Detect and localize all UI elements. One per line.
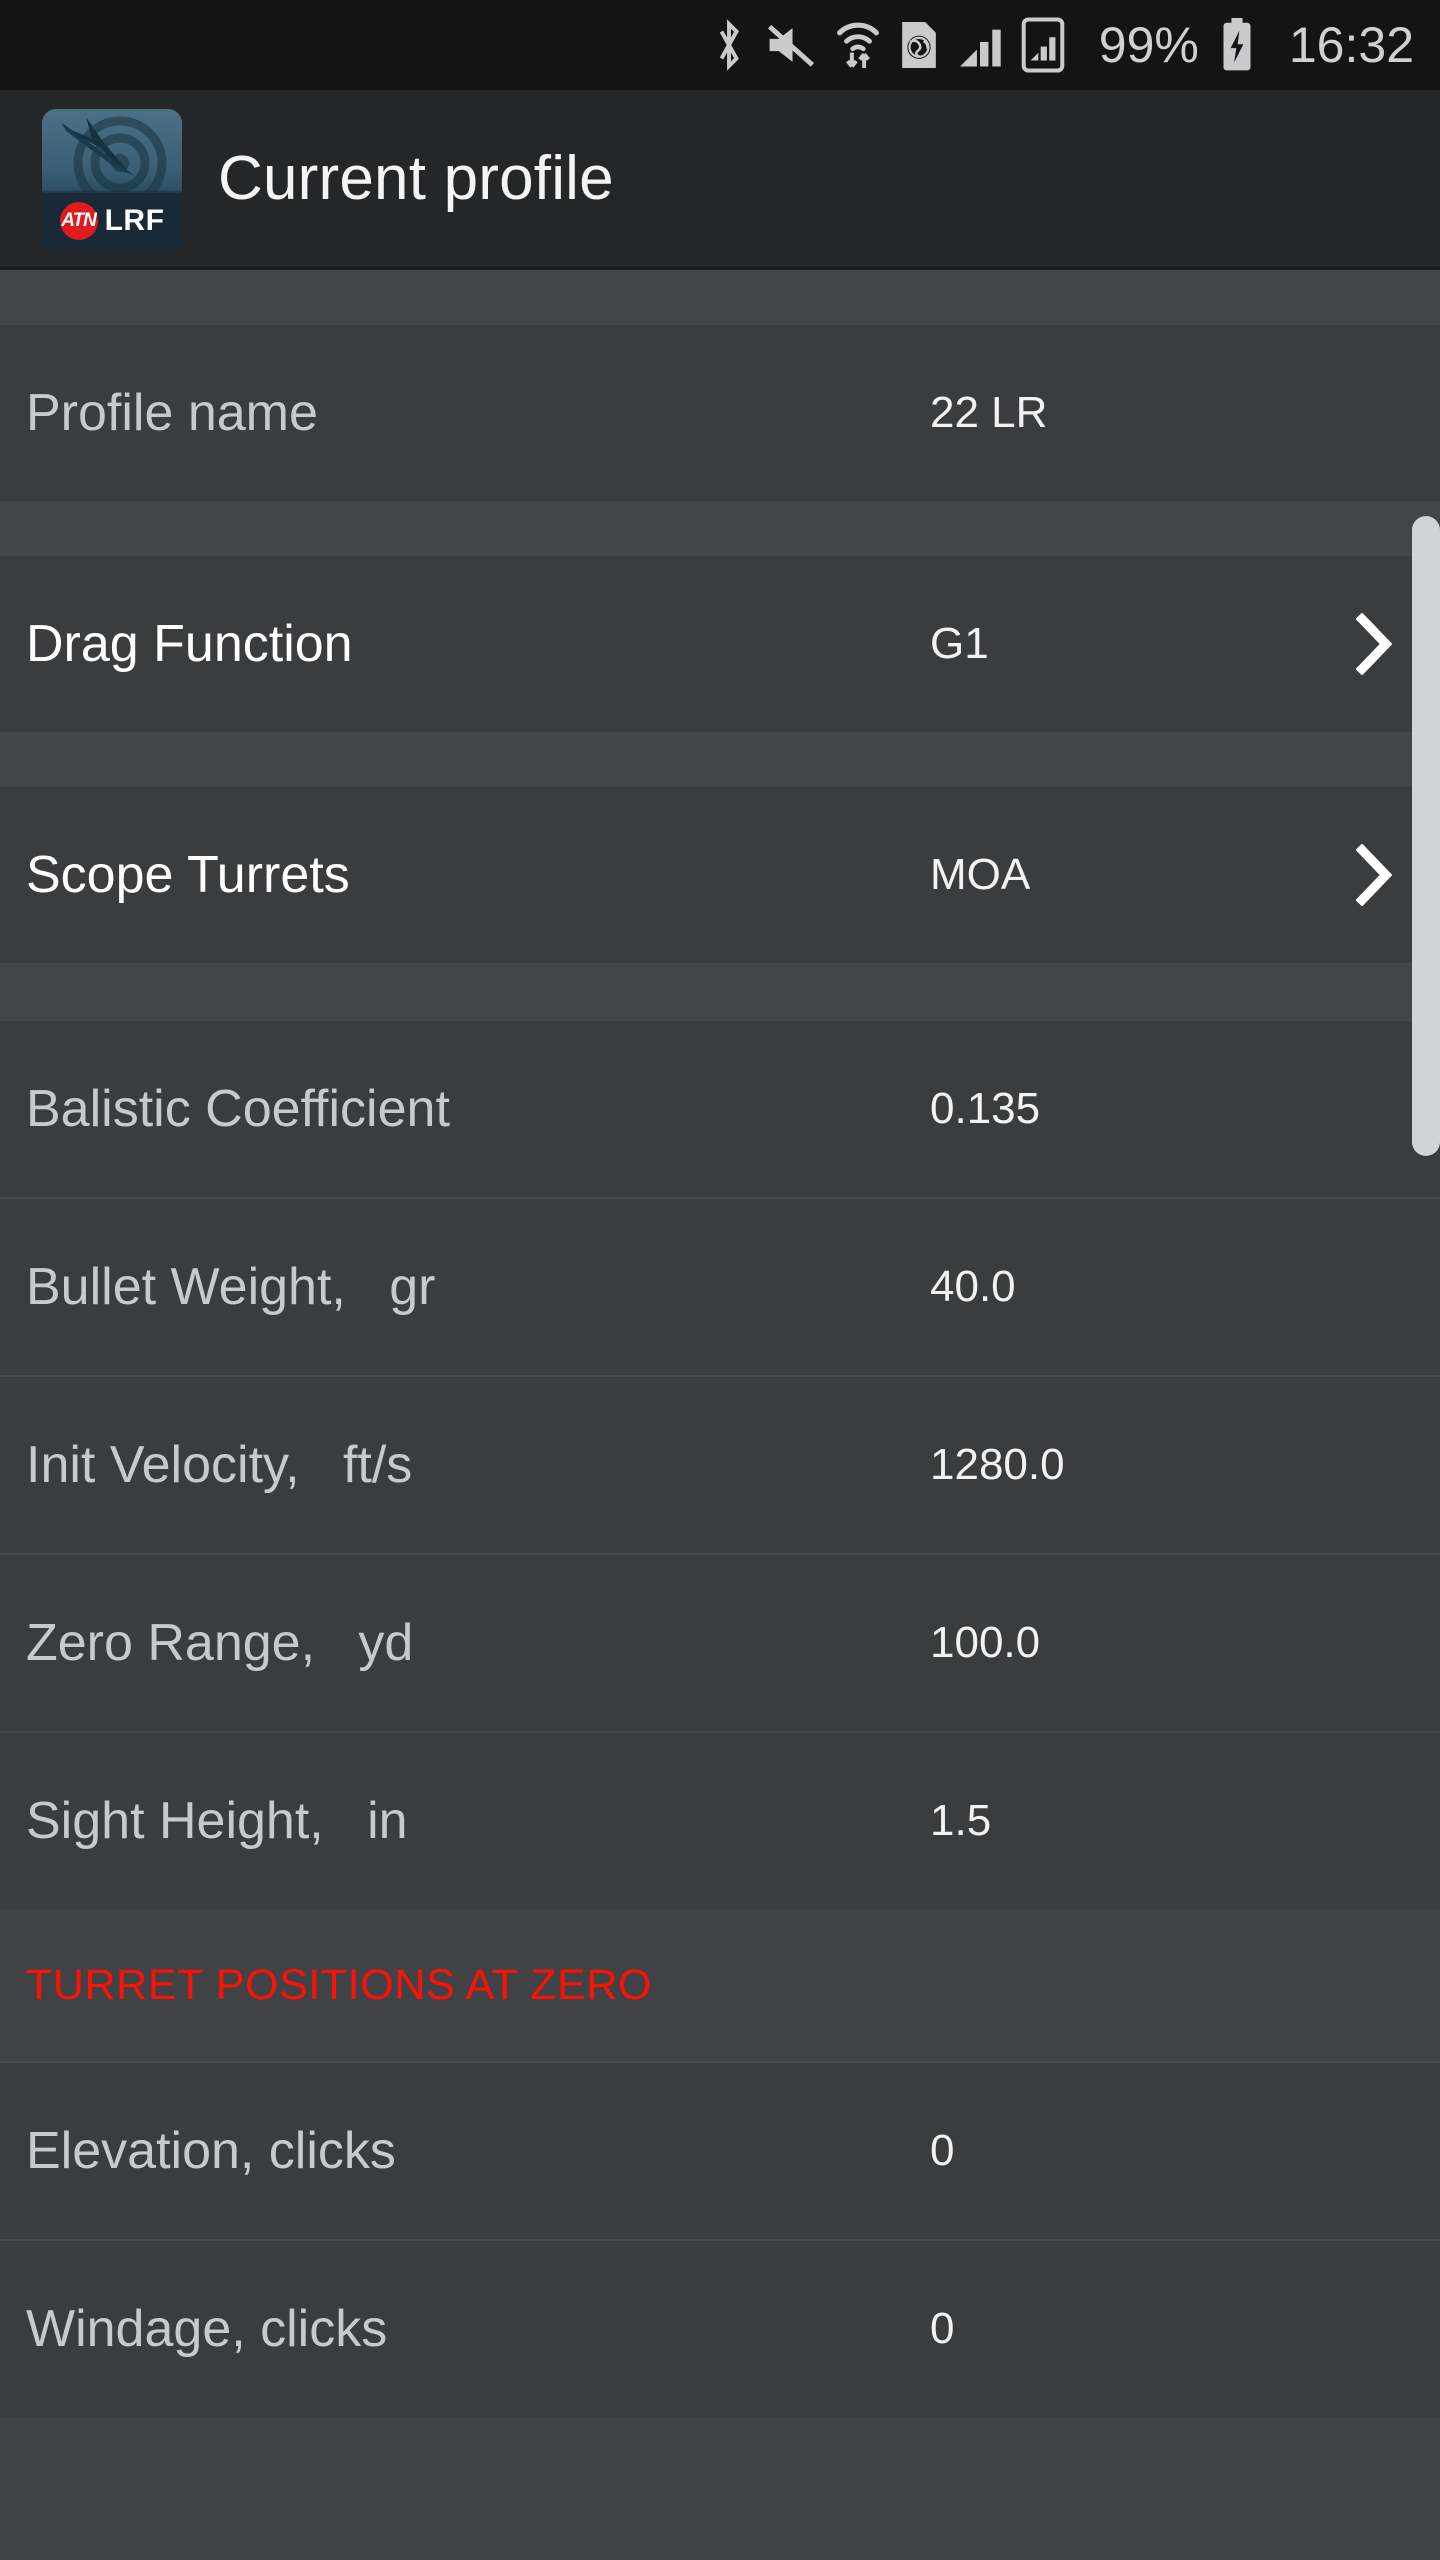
battery-percent-label: 99%: [1098, 17, 1199, 73]
row-value: G1: [930, 619, 989, 668]
row-label: Bullet Weight, gr: [26, 1258, 436, 1316]
row-label: Balistic Coefficient: [26, 1080, 450, 1138]
row-windage-clicks[interactable]: Windage, clicks 0: [0, 2241, 1440, 2417]
row-label: Sight Height, in: [26, 1792, 408, 1850]
row-value: 100.0: [930, 1618, 1041, 1667]
row-value: 40.0: [930, 1262, 1016, 1311]
status-bar-clock: 16:32: [1288, 17, 1414, 73]
bluetooth-icon: [719, 19, 739, 71]
vertical-scrollbar-thumb[interactable]: [1412, 516, 1440, 1156]
app-icon-band: ATN LRF: [42, 192, 182, 249]
row-drag-function[interactable]: Drag Function G1: [0, 556, 1440, 732]
row-balistic-coefficient[interactable]: Balistic Coefficient 0.135: [0, 1021, 1440, 1197]
atn-lrf-app-icon[interactable]: ATN LRF: [42, 108, 182, 249]
row-label: Profile name: [26, 384, 318, 442]
row-zero-range[interactable]: Zero Range, yd 100.0: [0, 1555, 1440, 1731]
profile-settings-list: Profile name 22 LR Drag Function G1 Scop…: [0, 270, 1440, 2560]
signal-boxed-icon: [1021, 17, 1065, 73]
row-elevation-clicks[interactable]: Elevation, clicks 0: [0, 2063, 1440, 2239]
status-bar: 99% 16:32: [0, 0, 1440, 90]
row-label: Scope Turrets: [26, 846, 350, 904]
page-title: Current profile: [218, 143, 614, 213]
battery-charging-icon: [1223, 18, 1251, 71]
signal-bars-icon: [959, 29, 1001, 67]
sim-globe-icon: [901, 22, 936, 68]
chevron-right-icon[interactable]: [1356, 613, 1392, 675]
list-gap: [0, 501, 1440, 556]
row-init-velocity[interactable]: Init Velocity, ft/s 1280.0: [0, 1377, 1440, 1553]
row-label: Init Velocity, ft/s: [26, 1436, 413, 1494]
row-value: MOA: [930, 850, 1031, 899]
section-header-label: TURRET POSITIONS AT ZERO: [26, 1960, 653, 2009]
row-label: Drag Function: [26, 615, 353, 673]
row-bullet-weight[interactable]: Bullet Weight, gr 40.0: [0, 1199, 1440, 1375]
atn-badge: ATN: [59, 201, 98, 240]
row-value: 0.135: [930, 1084, 1041, 1133]
row-value: 1280.0: [930, 1440, 1065, 1489]
list-gap: [0, 732, 1440, 787]
list-tail: [0, 2417, 1440, 2560]
mute-icon: [767, 24, 814, 67]
list-gap: [0, 270, 1440, 325]
wifi-data-icon: [836, 22, 879, 68]
list-gap: [0, 963, 1440, 1021]
status-bar-icons: 99% 16:32: [711, 17, 1414, 73]
app-screen: 99% 16:32 ATN LRF Current profile Profil…: [0, 0, 1440, 2560]
row-label: Zero Range, yd: [26, 1614, 414, 1672]
row-label: Windage, clicks: [26, 2300, 388, 2358]
lrf-label: LRF: [104, 203, 165, 237]
row-sight-height[interactable]: Sight Height, in 1.5: [0, 1733, 1440, 1909]
chevron-right-icon[interactable]: [1356, 844, 1392, 906]
row-value: 0: [930, 2126, 955, 2175]
row-value: 0: [930, 2304, 955, 2353]
row-value: 22 LR: [930, 388, 1048, 437]
app-bar: ATN LRF Current profile: [0, 90, 1440, 270]
row-label: Elevation, clicks: [26, 2122, 396, 2180]
row-profile-name[interactable]: Profile name 22 LR: [0, 325, 1440, 501]
row-value: 1.5: [930, 1796, 992, 1845]
row-scope-turrets[interactable]: Scope Turrets MOA: [0, 787, 1440, 963]
section-header-turret-positions: TURRET POSITIONS AT ZERO: [0, 1909, 1440, 2061]
